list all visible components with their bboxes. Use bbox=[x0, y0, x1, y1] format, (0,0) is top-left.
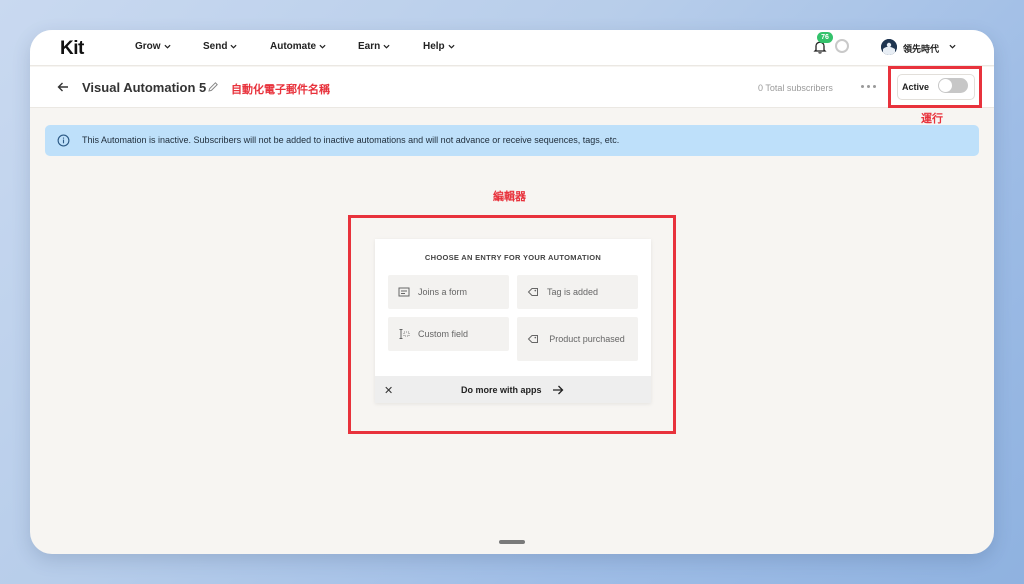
nav-label: Help bbox=[423, 41, 445, 52]
entry-option-custom-field[interactable]: Custom field bbox=[388, 317, 509, 351]
nav-label: Send bbox=[203, 41, 228, 52]
arrow-right-icon[interactable] bbox=[552, 384, 564, 396]
nav-send[interactable]: Send bbox=[203, 41, 238, 52]
chevron-down-icon[interactable] bbox=[949, 43, 956, 50]
chevron-down-icon bbox=[319, 44, 326, 49]
entry-option-label: Custom field bbox=[418, 329, 469, 339]
entry-option-label: Joins a form bbox=[418, 287, 468, 297]
inactive-alert: This Automation is inactive. Subscribers… bbox=[45, 125, 979, 156]
annotation-run-highlight bbox=[888, 66, 982, 108]
kit-logo[interactable]: Kit bbox=[60, 38, 84, 60]
avatar-image bbox=[881, 39, 897, 55]
entry-chooser-card: CHOOSE AN ENTRY FOR YOUR AUTOMATION Join… bbox=[375, 239, 651, 403]
nav-label: Earn bbox=[358, 41, 381, 52]
app-window: Kit Grow Send Automate Earn Help 76 領先時代… bbox=[30, 30, 994, 554]
automation-header: Visual Automation 5 自動化電子郵件名稱 0 Total su… bbox=[30, 67, 994, 108]
top-nav: Kit Grow Send Automate Earn Help 76 領先時代 bbox=[30, 30, 994, 66]
nav-label: Automate bbox=[270, 41, 317, 52]
total-subscribers: 0 Total subscribers bbox=[758, 83, 833, 93]
entry-option-label: Tag is added bbox=[547, 287, 599, 297]
automation-title[interactable]: Visual Automation 5 bbox=[82, 80, 206, 95]
tag-icon bbox=[527, 288, 538, 296]
chevron-down-icon bbox=[164, 44, 171, 49]
nav-grow[interactable]: Grow bbox=[135, 41, 171, 52]
chevron-down-icon bbox=[448, 44, 455, 49]
nav-automate[interactable]: Automate bbox=[270, 41, 326, 52]
notification-badge: 76 bbox=[817, 32, 833, 43]
annotation-editor: 編輯器 bbox=[493, 190, 526, 203]
annotation-name: 自動化電子郵件名稱 bbox=[231, 83, 330, 96]
entry-option-tag-added[interactable]: Tag is added bbox=[517, 275, 638, 309]
nav-earn[interactable]: Earn bbox=[358, 41, 390, 52]
entry-option-joins-form[interactable]: Joins a form bbox=[388, 275, 509, 309]
info-icon bbox=[57, 134, 70, 147]
annotation-run: 運行 bbox=[921, 112, 943, 125]
back-arrow-icon[interactable] bbox=[57, 81, 69, 93]
custom-field-icon bbox=[399, 329, 410, 339]
avatar[interactable] bbox=[881, 39, 897, 55]
entry-option-label: Product purchased bbox=[549, 333, 625, 344]
close-icon[interactable]: ✕ bbox=[384, 384, 393, 397]
nav-label: Grow bbox=[135, 41, 161, 52]
more-apps-link[interactable]: Do more with apps bbox=[461, 385, 542, 395]
nav-help[interactable]: Help bbox=[423, 41, 455, 52]
more-options-icon[interactable] bbox=[861, 85, 876, 88]
alert-text: This Automation is inactive. Subscribers… bbox=[82, 135, 620, 145]
chevron-down-icon bbox=[383, 44, 390, 49]
progress-ring-icon[interactable] bbox=[835, 39, 849, 53]
chevron-down-icon bbox=[230, 44, 238, 49]
entry-option-product-purchased[interactable]: Product purchased bbox=[517, 317, 638, 361]
user-name[interactable]: 領先時代 bbox=[903, 42, 939, 55]
pencil-icon[interactable] bbox=[207, 81, 219, 93]
entry-chooser-footer: ✕ Do more with apps bbox=[375, 376, 651, 403]
entry-chooser-title: CHOOSE AN ENTRY FOR YOUR AUTOMATION bbox=[424, 253, 602, 262]
home-indicator bbox=[499, 540, 525, 544]
tag-icon bbox=[527, 335, 538, 343]
form-icon bbox=[398, 287, 410, 297]
